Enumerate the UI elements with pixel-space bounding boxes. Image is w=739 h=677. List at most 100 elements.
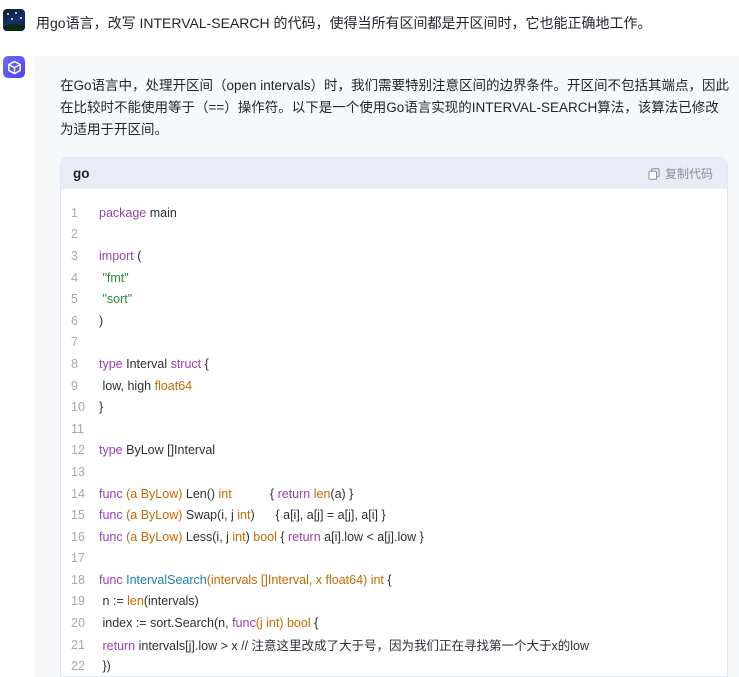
code-token: return bbox=[277, 486, 311, 501]
code-line: 17 bbox=[61, 548, 727, 570]
code-text: "fmt" bbox=[99, 270, 129, 285]
answer-intro-text: 在Go语言中，处理开区间（open intervals）时，我们需要特别注意区间… bbox=[60, 78, 730, 137]
code-token: Swap(i, j bbox=[182, 508, 238, 523]
code-text: func IntervalSearch(intervals []Interval… bbox=[99, 573, 392, 587]
assistant-avatar bbox=[3, 56, 25, 78]
code-token: (intervals []Interval, x float64) bbox=[206, 572, 368, 587]
code-token: (a ByLow) bbox=[122, 529, 183, 544]
line-number: 8 bbox=[71, 356, 78, 371]
code-token: return bbox=[288, 529, 321, 544]
line-number: 4 bbox=[71, 270, 78, 285]
code-token: (a ByLow) bbox=[122, 508, 183, 523]
code-line: 2 bbox=[61, 224, 727, 246]
code-token: "sort" bbox=[102, 292, 133, 307]
code-line: 16 func (a ByLow) Less(i, j int) bool { r… bbox=[61, 526, 727, 548]
code-token: int bbox=[232, 529, 246, 544]
code-token: func bbox=[99, 486, 123, 501]
code-token: int bbox=[237, 508, 251, 523]
line-number: 13 bbox=[71, 464, 85, 479]
code-token: type bbox=[99, 356, 123, 371]
code-token: } bbox=[99, 400, 104, 415]
code-token: bool bbox=[286, 616, 311, 631]
line-number: 15 bbox=[71, 508, 85, 523]
code-token: len bbox=[127, 594, 144, 609]
code-line: 7 bbox=[61, 332, 727, 354]
code-block: go 复制代码 1 package main 2 3 import (4 "fmt" 5 … bbox=[60, 157, 728, 677]
code-token: Interval bbox=[122, 356, 171, 371]
user-message-text: 用go语言，改写 INTERVAL-SEARCH 的代码，使得当所有区间都是开区… bbox=[36, 15, 652, 31]
code-token: low, high bbox=[99, 378, 155, 393]
code-token: struct bbox=[170, 356, 202, 371]
code-token: func bbox=[99, 572, 123, 587]
code-token: (j int) bbox=[255, 616, 284, 631]
code-token: }) bbox=[99, 659, 111, 674]
line-number: 5 bbox=[71, 292, 78, 307]
code-line: 5 "sort" bbox=[61, 288, 727, 310]
code-token: { bbox=[383, 572, 392, 587]
code-text: func (a ByLow) Len() int { return len(a)… bbox=[99, 487, 353, 501]
code-line: 19 n := len(intervals) bbox=[61, 591, 727, 613]
code-line: 21 return intervals[j].low > x // 注意这里改成… bbox=[61, 634, 727, 656]
line-number: 6 bbox=[71, 313, 78, 328]
user-avatar bbox=[3, 9, 25, 31]
code-token: Less(i, j bbox=[182, 529, 233, 544]
code-text: func (a ByLow) Less(i, j int) bool { ret… bbox=[99, 530, 424, 544]
line-number: 22 bbox=[71, 659, 85, 674]
code-text: import ( bbox=[99, 249, 141, 263]
line-number: 2 bbox=[71, 227, 78, 242]
user-message-row: 用go语言，改写 INTERVAL-SEARCH 的代码，使得当所有区间都是开区… bbox=[0, 0, 739, 46]
code-language-label: go bbox=[73, 166, 90, 181]
code-text: } bbox=[99, 400, 103, 414]
code-line: 18 func IntervalSearch(intervals []Interv… bbox=[61, 569, 727, 591]
code-line: 8 type Interval struct { bbox=[61, 353, 727, 375]
code-token: main bbox=[146, 205, 177, 220]
code-line: 12 type ByLow []Interval bbox=[61, 440, 727, 462]
code-token: index := sort.Search(n, bbox=[99, 616, 233, 631]
code-token: ByLow []Interval bbox=[122, 443, 216, 458]
code-text: type Interval struct { bbox=[99, 357, 209, 371]
line-number: 7 bbox=[71, 335, 78, 350]
code-token: { bbox=[276, 529, 289, 544]
code-token: int bbox=[370, 572, 384, 587]
code-token: { bbox=[310, 616, 319, 631]
copy-icon bbox=[648, 167, 660, 180]
line-number: 1 bbox=[71, 205, 78, 220]
code-token: package bbox=[99, 205, 147, 220]
code-token: (a) } bbox=[330, 486, 354, 501]
copy-code-button[interactable]: 复制代码 bbox=[648, 165, 713, 182]
code-text: package main bbox=[99, 206, 177, 220]
line-number: 14 bbox=[71, 486, 85, 501]
line-number: 3 bbox=[71, 248, 78, 263]
code-token: return bbox=[102, 639, 136, 654]
code-token: intervals[j].low > x // 注意这里改成了大于号，因为我们正… bbox=[135, 639, 590, 654]
code-text: func (a ByLow) Swap(i, j int) { a[i], a[… bbox=[99, 508, 386, 522]
code-line: 9 low, high float64 bbox=[61, 375, 727, 397]
code-token: ) bbox=[99, 313, 104, 328]
code-text: type ByLow []Interval bbox=[99, 443, 215, 457]
code-line: 1 package main bbox=[61, 202, 727, 224]
line-number: 20 bbox=[71, 616, 85, 631]
code-token: "fmt" bbox=[102, 270, 129, 285]
line-number: 17 bbox=[71, 551, 85, 566]
line-number: 19 bbox=[71, 594, 85, 609]
code-text: low, high float64 bbox=[99, 379, 192, 393]
code-token: n := bbox=[99, 594, 128, 609]
code-token: import bbox=[99, 248, 134, 263]
code-line: 13 bbox=[61, 461, 727, 483]
line-number: 18 bbox=[71, 572, 85, 587]
code-token: func bbox=[232, 616, 256, 631]
code-token: (intervals) bbox=[143, 594, 199, 609]
code-content: 1 package main 2 3 import (4 "fmt" 5 "sort" 6)… bbox=[61, 189, 727, 676]
code-token: { bbox=[201, 356, 209, 371]
code-line: 6) bbox=[61, 310, 727, 332]
line-number: 21 bbox=[71, 637, 85, 652]
line-number: 16 bbox=[71, 529, 85, 544]
code-block-header: go 复制代码 bbox=[61, 158, 727, 189]
line-number: 10 bbox=[71, 400, 85, 415]
code-token: a[i].low < a[j].low } bbox=[320, 529, 424, 544]
line-number: 11 bbox=[71, 421, 84, 436]
code-token: ( bbox=[133, 248, 142, 263]
code-text: ) bbox=[99, 314, 103, 328]
code-token: IntervalSearch bbox=[126, 572, 207, 587]
code-text: n := len(intervals) bbox=[99, 594, 199, 609]
